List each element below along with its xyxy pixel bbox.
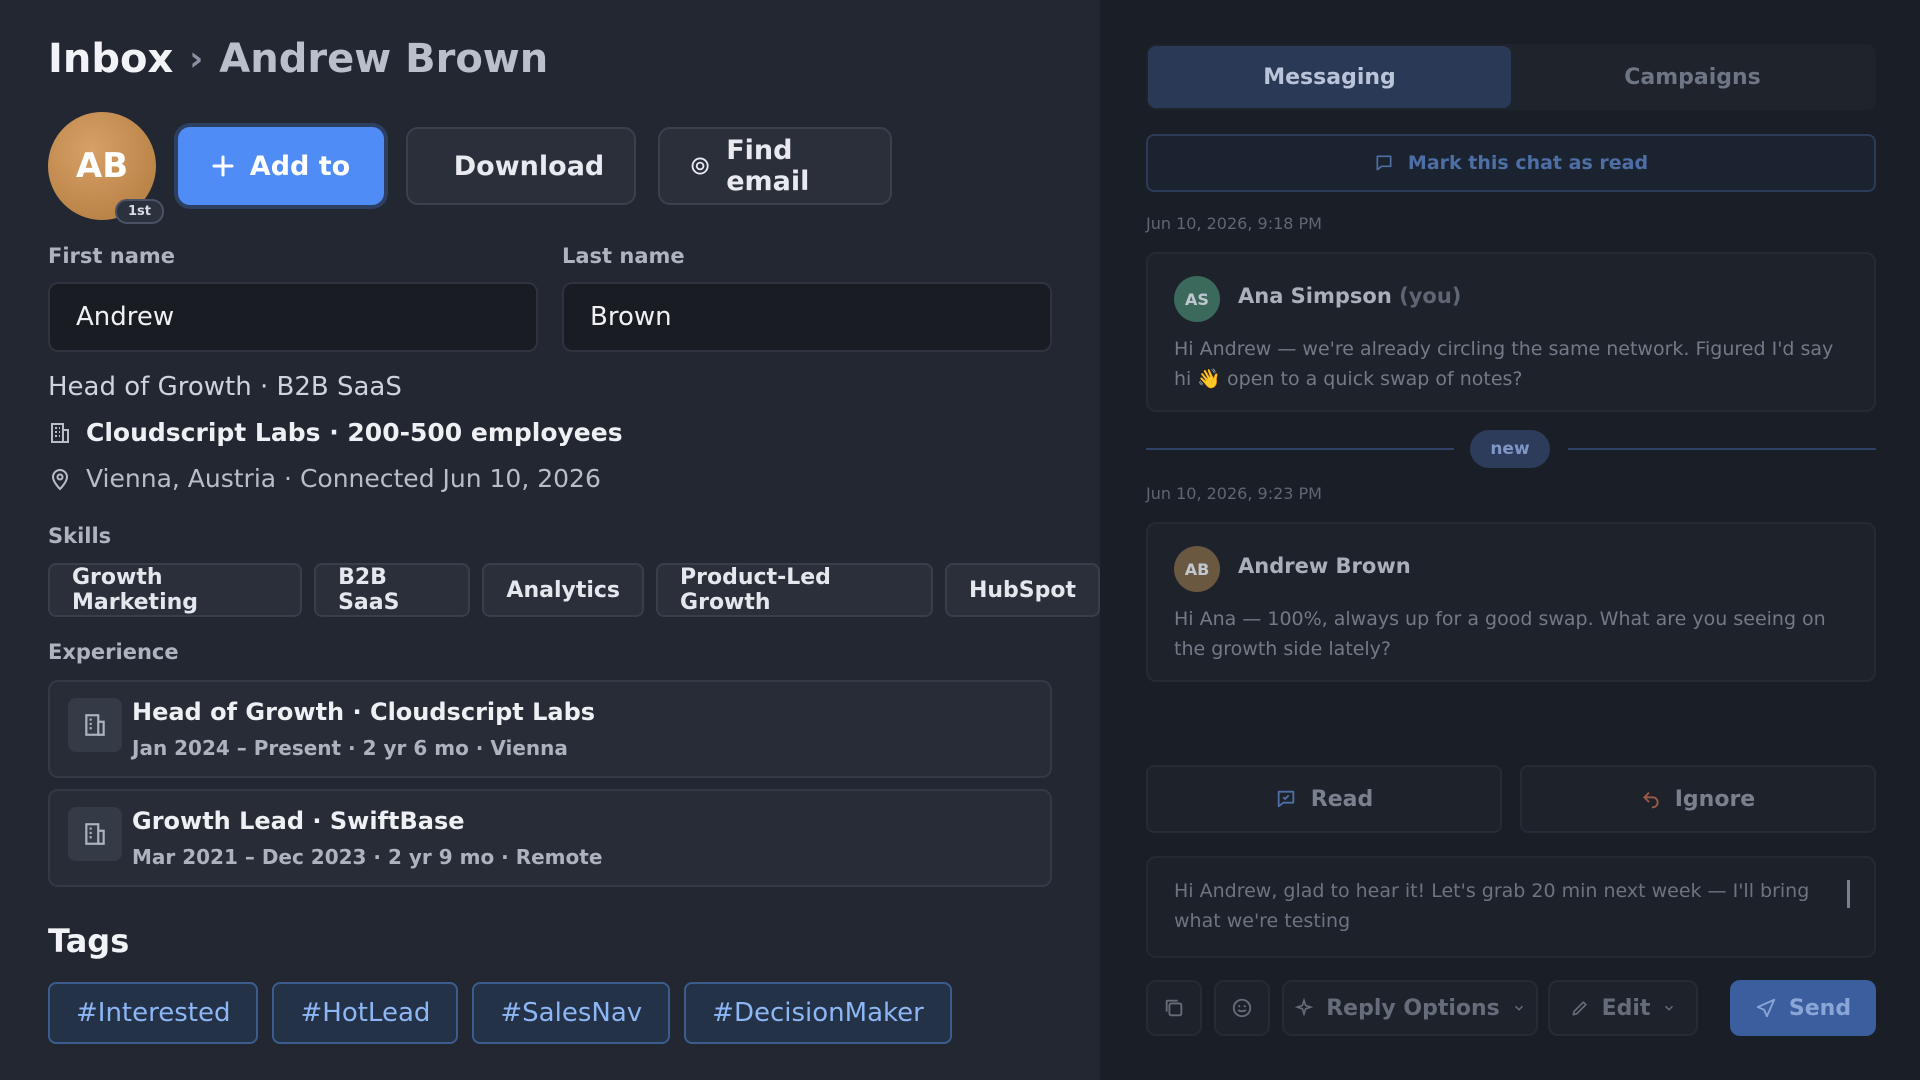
you-label: (you) [1399, 284, 1462, 308]
message-body: Hi Andrew — we're already circling the s… [1174, 338, 1834, 390]
new-messages-badge: new [1470, 430, 1550, 468]
connection-degree-badge: 1st [115, 199, 164, 224]
divider-right [1568, 448, 1876, 450]
mark-read-button[interactable]: Mark this chat as read [1146, 134, 1876, 192]
experience-title: Growth Lead · SwiftBase [132, 807, 465, 835]
experience-label: Experience [48, 640, 179, 664]
sender-name: Ana Simpson (you) [1238, 284, 1461, 308]
first-name-label: First name [48, 244, 175, 268]
skill-chip[interactable]: Analytics [482, 563, 645, 617]
find-email-label: Find email [726, 135, 810, 197]
read-label: Read [1310, 786, 1374, 812]
building-icon [68, 698, 122, 752]
emoji-button[interactable] [1214, 980, 1270, 1036]
building-icon [68, 807, 122, 861]
read-button[interactable]: Read [1146, 765, 1502, 833]
edit-label: Edit [1601, 995, 1651, 1021]
copy-icon [1165, 999, 1183, 1017]
download-label: Download [453, 150, 605, 182]
tag-chip[interactable]: #SalesNav [472, 982, 671, 1044]
experience-item: Growth Lead · SwiftBase Mar 2021 – Dec 2… [48, 789, 1052, 887]
send-label: Send [1788, 995, 1852, 1021]
action-row: AB 1st Add to Download Find email [48, 112, 892, 224]
divider-left [1146, 448, 1454, 450]
location-text: Vienna, Austria · Connected Jun 10, 2026 [86, 464, 601, 493]
skills-list: Growth Marketing B2B SaaS Analytics Prod… [48, 563, 1100, 617]
sender-name-text: Andrew Brown [1238, 554, 1411, 578]
experience-title: Head of Growth · Cloudscript Labs [132, 698, 596, 726]
tags-heading: Tags [48, 922, 130, 960]
building-icon [51, 422, 69, 443]
add-to-button[interactable]: Add to [178, 127, 384, 205]
sender-name: Andrew Brown [1238, 554, 1411, 578]
skill-chip[interactable]: Growth Marketing [48, 563, 303, 617]
skill-chip[interactable]: B2B SaaS [314, 563, 471, 617]
chevron-down-icon [1665, 1005, 1674, 1011]
chat-panel: Messaging Campaigns Mark this chat as re… [1100, 0, 1920, 1080]
ignore-button[interactable]: Ignore [1520, 765, 1876, 833]
chat-check-icon [1277, 790, 1295, 808]
message-timestamp: Jun 10, 2026, 9:18 PM [1146, 214, 1322, 233]
sender-name-text: Ana Simpson [1238, 284, 1392, 308]
ignore-label: Ignore [1674, 786, 1756, 812]
tags-list: #Interested #HotLead #SalesNav #Decision… [48, 982, 952, 1044]
tab-messaging[interactable]: Messaging [1148, 46, 1511, 108]
breadcrumb-inbox[interactable]: Inbox [48, 36, 173, 82]
breadcrumb: Inbox › Andrew Brown [48, 36, 548, 82]
template-button[interactable] [1146, 980, 1202, 1036]
company-text: Cloudscript Labs · 200-500 employees [86, 418, 623, 447]
plus-icon [212, 155, 234, 177]
send-button[interactable]: Send [1730, 980, 1876, 1036]
message-input[interactable]: Hi Andrew, glad to hear it! Let's grab 2… [1146, 856, 1876, 958]
company-row: Cloudscript Labs · 200-500 employees [48, 418, 623, 447]
breadcrumb-current: Andrew Brown [219, 36, 549, 82]
tab-campaigns[interactable]: Campaigns [1511, 46, 1874, 108]
map-pin-icon [51, 468, 69, 490]
skill-chip[interactable]: HubSpot [944, 563, 1100, 617]
avatar-container: AB 1st [48, 112, 164, 224]
experience-subtitle: Mar 2021 – Dec 2023 · 2 yr 9 mo · Remote [132, 845, 603, 869]
download-button[interactable]: Download [406, 127, 636, 205]
add-to-label: Add to [249, 150, 351, 182]
pencil-icon [1572, 1001, 1587, 1016]
message-body: Hi Ana — 100%, always up for a good swap… [1174, 608, 1826, 660]
chat-tabs: Messaging Campaigns [1146, 44, 1876, 110]
location-row: Vienna, Austria · Connected Jun 10, 2026 [48, 464, 601, 493]
chat-check-icon [1376, 155, 1392, 171]
message-card: AB Andrew Brown Hi Ana — 100%, always up… [1146, 522, 1876, 682]
message-draft: Hi Andrew, glad to hear it! Let's grab 2… [1174, 880, 1810, 932]
mark-read-label: Mark this chat as read [1407, 152, 1649, 174]
skill-chip[interactable]: Product-Led Growth [656, 563, 933, 617]
first-name-field[interactable]: Andrew [48, 282, 538, 352]
reply-options-dropdown[interactable]: Reply Options [1282, 980, 1538, 1036]
chevron-right-icon: › [189, 39, 204, 79]
sparkle-icon [1294, 998, 1314, 1017]
reply-options-label: Reply Options [1326, 995, 1500, 1021]
smiley-icon [1232, 998, 1252, 1018]
find-email-button[interactable]: Find email [658, 127, 892, 205]
avatar: AB [1174, 546, 1220, 592]
edit-dropdown[interactable]: Edit [1548, 980, 1698, 1036]
tag-chip[interactable]: #Interested [48, 982, 259, 1044]
paper-plane-icon [1756, 998, 1776, 1018]
contact-panel: Inbox › Andrew Brown AB 1st Add to Downl… [0, 0, 1100, 1080]
tag-chip[interactable]: #DecisionMaker [684, 982, 952, 1044]
headline: Head of Growth · B2B SaaS [48, 372, 402, 402]
experience-item: Head of Growth · Cloudscript Labs Jan 20… [48, 680, 1052, 778]
chevron-down-icon [1514, 1005, 1523, 1011]
message-card: AS Ana Simpson (you) Hi Andrew — we're a… [1146, 252, 1876, 412]
undo-icon [1642, 792, 1659, 809]
at-sign-icon [691, 157, 709, 175]
tag-chip[interactable]: #HotLead [272, 982, 459, 1044]
last-name-field[interactable]: Brown [562, 282, 1052, 352]
experience-subtitle: Jan 2024 – Present · 2 yr 6 mo · Vienna [132, 736, 568, 760]
last-name-label: Last name [562, 244, 685, 268]
text-cursor [1847, 880, 1850, 908]
avatar: AS [1174, 276, 1220, 322]
skills-label: Skills [48, 524, 112, 548]
message-timestamp: Jun 10, 2026, 9:23 PM [1146, 484, 1322, 503]
